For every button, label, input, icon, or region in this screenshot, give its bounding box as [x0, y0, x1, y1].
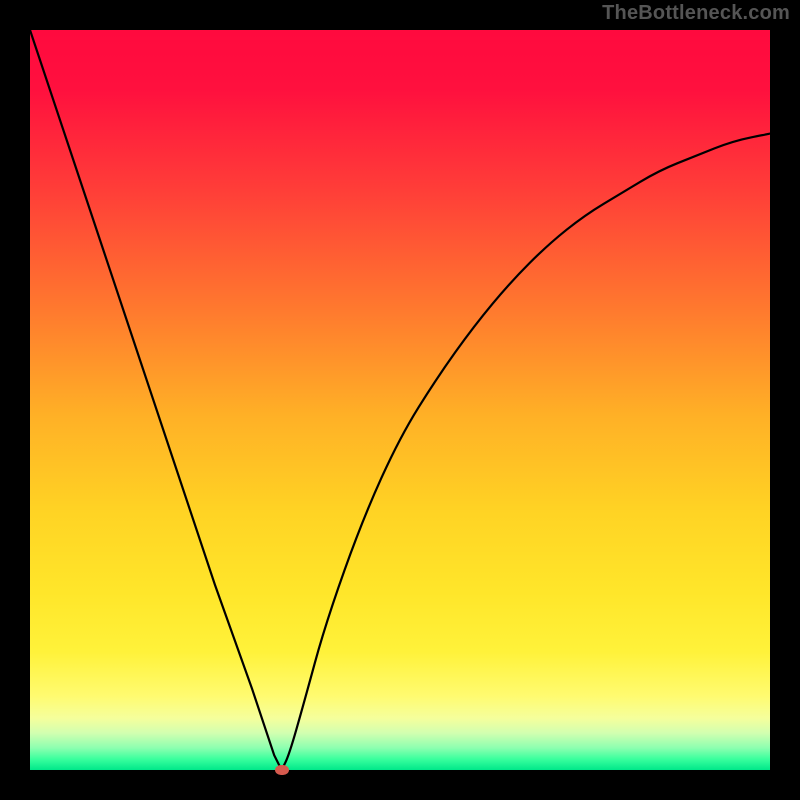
attribution-label: TheBottleneck.com	[602, 2, 790, 25]
curve-svg	[30, 30, 770, 770]
minimum-marker	[275, 765, 289, 775]
chart-frame: TheBottleneck.com	[0, 0, 800, 800]
plot-area	[30, 30, 770, 770]
bottleneck-curve-left	[30, 30, 282, 770]
bottleneck-curve-right	[282, 134, 770, 770]
